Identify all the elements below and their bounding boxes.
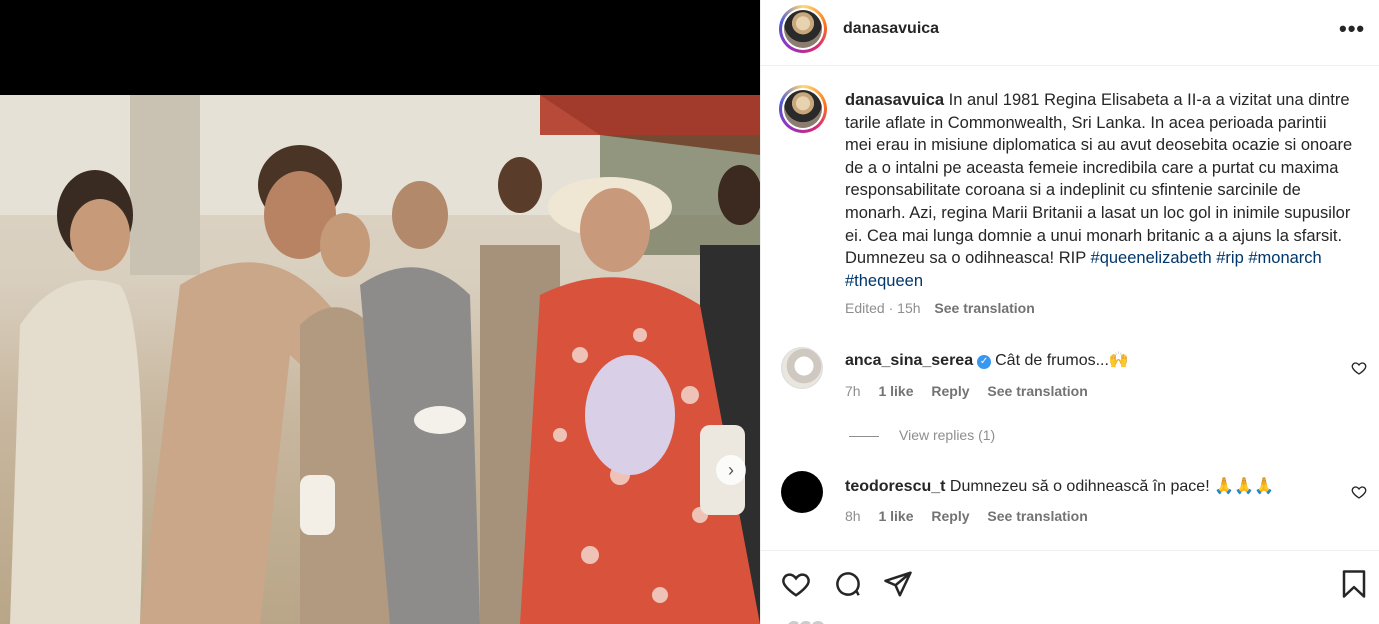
hashtag[interactable]: #queenelizabeth bbox=[1091, 249, 1212, 267]
author-avatar[interactable] bbox=[779, 5, 827, 53]
see-translation-button[interactable]: See translation bbox=[987, 383, 1087, 399]
comment-text: anca_sina_serea ✓ Cât de frumos...🙌 bbox=[845, 350, 1129, 370]
author-username[interactable]: danasavuica bbox=[843, 20, 939, 38]
share-icon[interactable] bbox=[883, 569, 913, 599]
post-media: › bbox=[0, 0, 760, 624]
hashtag[interactable]: #thequeen bbox=[845, 272, 923, 290]
post-actions bbox=[761, 550, 1379, 624]
caption-text: In anul 1981 Regina Elisabeta a II-a a v… bbox=[845, 91, 1353, 268]
caption-username[interactable]: danasavuica bbox=[845, 91, 944, 109]
comment-likes[interactable]: 1 like bbox=[878, 508, 913, 524]
post-photo[interactable]: › bbox=[0, 95, 760, 624]
comment-username[interactable]: anca_sina_serea bbox=[845, 352, 973, 369]
view-replies-button[interactable]: View replies (1) bbox=[849, 427, 995, 443]
post-panel: danasavuica ••• danasavuica In anul 1981… bbox=[760, 0, 1379, 624]
comment-body: Cât de frumos...🙌 bbox=[995, 352, 1129, 369]
caption-meta: Edited · 15h See translation bbox=[845, 300, 1035, 316]
comment-avatar[interactable] bbox=[781, 471, 823, 513]
post-header: danasavuica ••• bbox=[761, 0, 1379, 66]
edited-label: Edited bbox=[845, 300, 885, 316]
reply-button[interactable]: Reply bbox=[931, 508, 969, 524]
caption-avatar[interactable] bbox=[779, 85, 827, 133]
bookmark-icon[interactable] bbox=[1339, 569, 1369, 599]
comment-meta: 7h 1 like Reply See translation bbox=[845, 383, 1088, 399]
liker-avatars bbox=[785, 619, 845, 624]
comment-body: Dumnezeu să o odihnească în pace! 🙏🙏🙏 bbox=[949, 478, 1274, 495]
comment-time: 7h bbox=[845, 383, 861, 399]
see-translation-button[interactable]: See translation bbox=[987, 508, 1087, 524]
comment-icon[interactable] bbox=[833, 569, 863, 599]
comment-text: teodorescu_t Dumnezeu să o odihnească în… bbox=[845, 476, 1274, 496]
comment-like-icon[interactable] bbox=[1351, 360, 1367, 376]
comment-like-icon[interactable] bbox=[1351, 484, 1367, 500]
comment-meta: 8h 1 like Reply See translation bbox=[845, 508, 1088, 524]
hashtag[interactable]: #monarch bbox=[1248, 249, 1321, 267]
comments-scroll[interactable]: danasavuica In anul 1981 Regina Elisabet… bbox=[761, 67, 1379, 550]
chevron-right-icon: › bbox=[728, 459, 734, 480]
more-icon[interactable]: ••• bbox=[1339, 16, 1365, 42]
heart-icon[interactable] bbox=[781, 569, 811, 599]
post-caption: danasavuica In anul 1981 Regina Elisabet… bbox=[845, 89, 1355, 292]
comment-username[interactable]: teodorescu_t bbox=[845, 478, 945, 495]
next-image-button[interactable]: › bbox=[716, 455, 746, 485]
verified-icon: ✓ bbox=[977, 355, 992, 369]
hashtag[interactable]: #rip bbox=[1216, 249, 1244, 267]
comment-time: 8h bbox=[845, 508, 861, 524]
reply-button[interactable]: Reply bbox=[931, 383, 969, 399]
comment-likes[interactable]: 1 like bbox=[878, 383, 913, 399]
post-view: › danasavuica ••• danasavuica In anul 19… bbox=[0, 0, 1379, 624]
caption-time: 15h bbox=[897, 300, 921, 316]
comment-avatar[interactable] bbox=[781, 347, 823, 389]
see-translation-button[interactable]: See translation bbox=[934, 300, 1034, 316]
